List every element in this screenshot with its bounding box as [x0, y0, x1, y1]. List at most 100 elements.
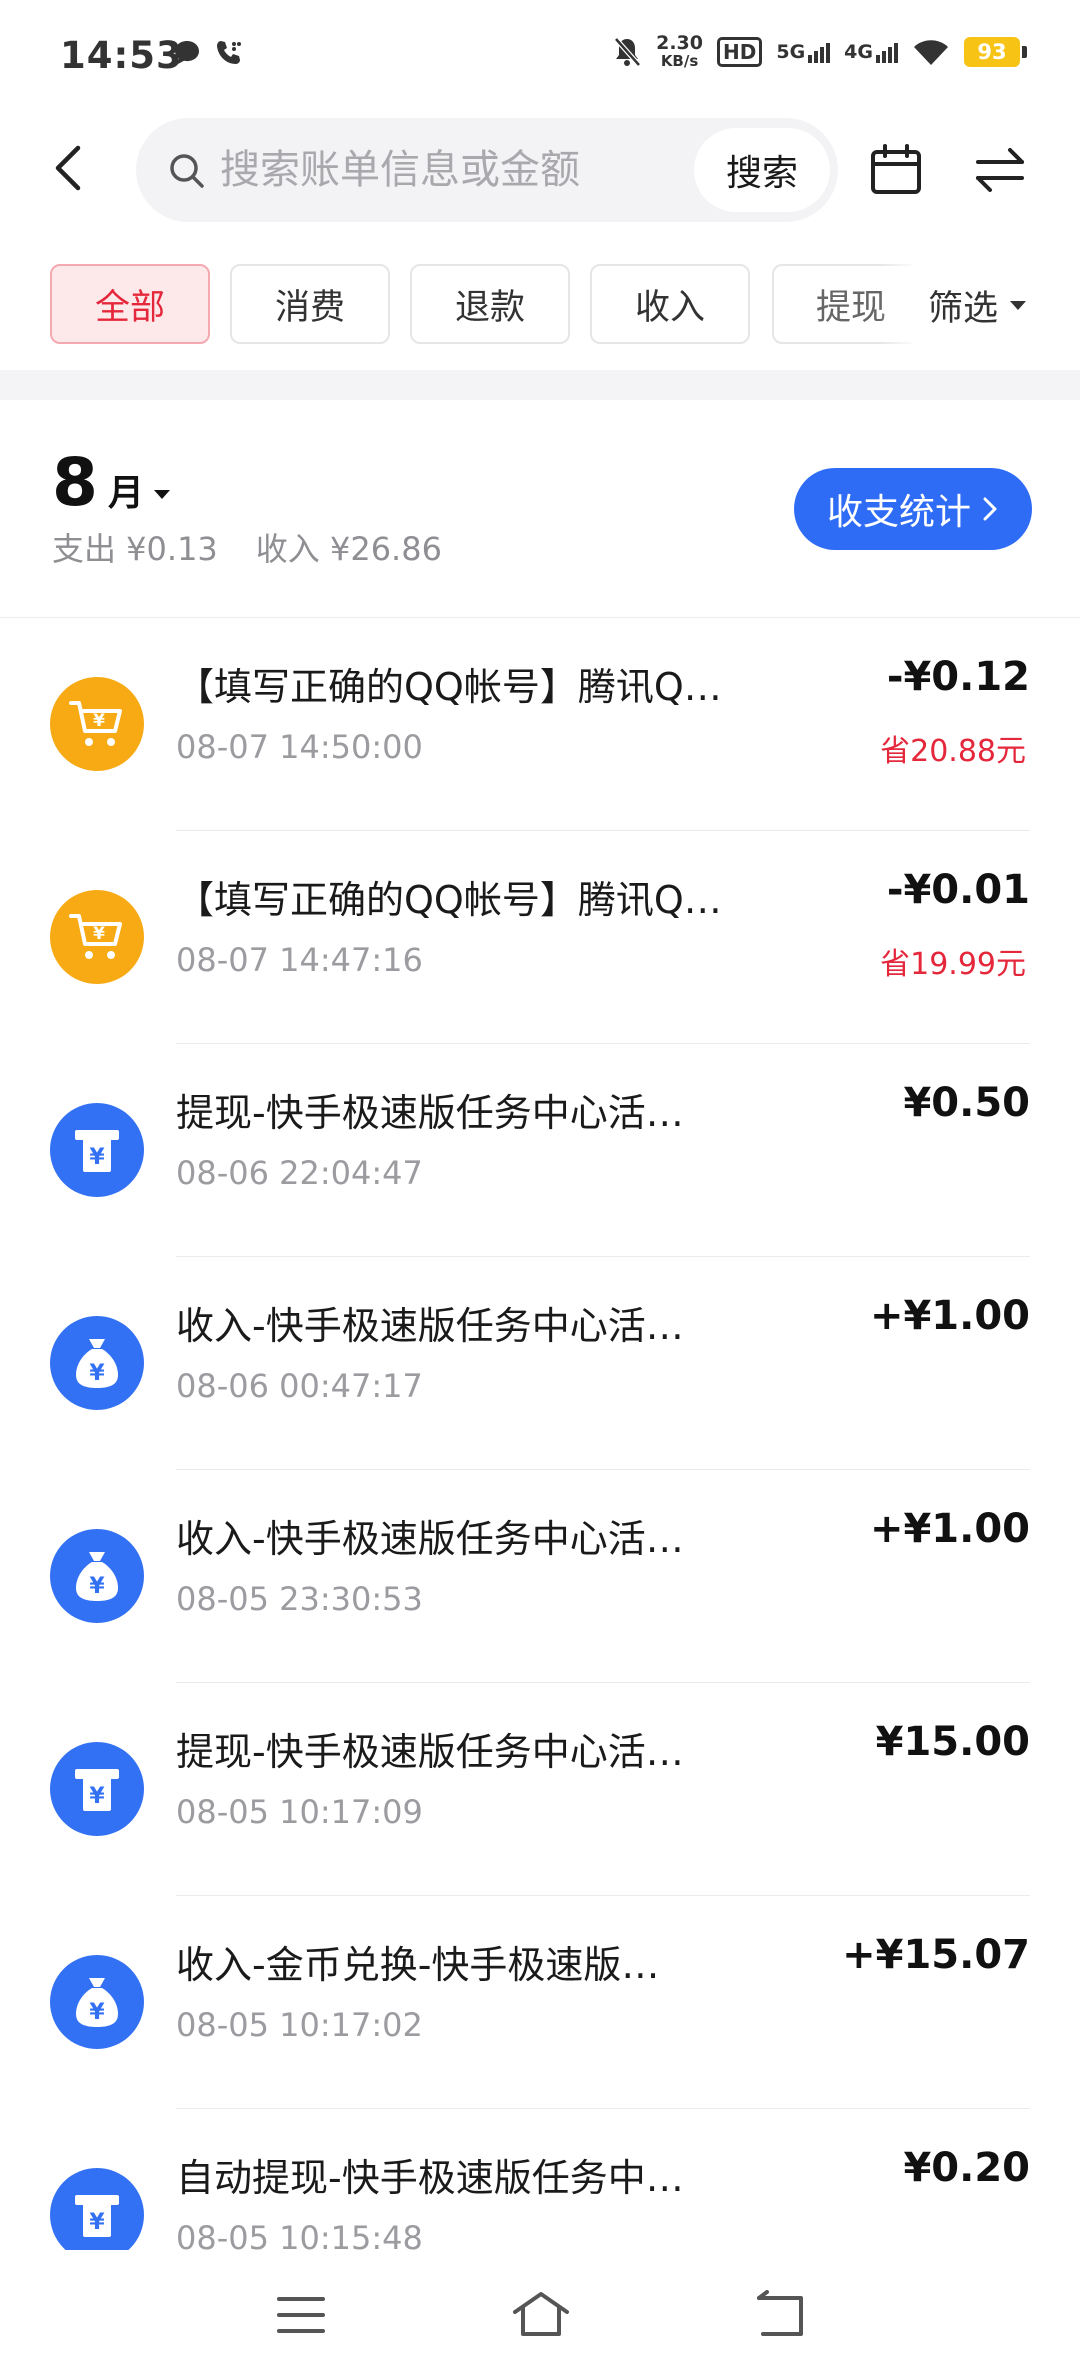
stats-button[interactable]: 收支统计 [794, 468, 1032, 550]
svg-text:¥: ¥ [93, 924, 105, 944]
transaction-saved: 省19.99元 [880, 947, 1026, 982]
stats-button-label: 收支统计 [826, 492, 971, 533]
section-divider [0, 370, 1080, 400]
transaction-amount: +¥1.00 [869, 1293, 1030, 1339]
transaction-row[interactable]: ¥ 【填写正确的QQ帐号】腾讯Q… 08-07 14:50:00 -¥0.12 … [0, 618, 1080, 831]
tab-all[interactable]: 全部 [50, 264, 210, 344]
network-speed: 2.30 KB/s [656, 32, 703, 71]
money-bag-icon: ¥ [50, 1529, 144, 1623]
bell-mute-icon [614, 37, 641, 67]
expense-total: 支出 ¥0.13 [52, 530, 218, 568]
transaction-title: 提现-快手极速版任务中心活… [176, 1730, 684, 1774]
signal-bars-icon [876, 41, 898, 63]
transaction-row[interactable]: ¥ 收入-金币兑换-快手极速版… 08-05 10:17:02 +¥15.07 [0, 1896, 1080, 2109]
month-summary-section: 8 月 支出 ¥0.13 收入 ¥26.86 收支统计 [0, 400, 1080, 618]
month-picker[interactable]: 8 月 [52, 444, 170, 521]
search-icon [170, 154, 204, 188]
return-icon [757, 2290, 803, 2336]
transaction-title: 收入-金币兑换-快手极速版… [176, 1943, 660, 1987]
hd-badge: HD [717, 37, 763, 67]
signal-5g: 5G [776, 41, 831, 63]
withdraw-icon: ¥ [50, 1103, 144, 1197]
transaction-row[interactable]: ¥ 收入-快手极速版任务中心活… 08-05 23:30:53 +¥1.00 [0, 1470, 1080, 1683]
withdraw-icon: ¥ [50, 2168, 144, 2250]
svg-text:¥: ¥ [93, 711, 105, 731]
transaction-title: 收入-快手极速版任务中心活… [176, 1304, 684, 1348]
transaction-time: 08-07 14:47:16 [176, 941, 423, 979]
system-nav-bar [0, 2250, 1080, 2376]
battery-indicator: 93 [964, 37, 1027, 67]
transaction-title: 【填写正确的QQ帐号】腾讯Q… [176, 665, 722, 709]
menu-button[interactable] [266, 2280, 336, 2350]
transaction-amount: ¥15.00 [875, 1719, 1030, 1765]
transaction-time: 08-05 10:17:09 [176, 1793, 423, 1831]
filter-button[interactable]: 筛选 [920, 264, 1080, 346]
transaction-saved: 省20.88元 [880, 734, 1026, 769]
transaction-amount: -¥0.01 [886, 867, 1030, 913]
menu-icon [277, 2297, 325, 2333]
search-input[interactable] [220, 140, 620, 200]
svg-text:¥: ¥ [89, 2210, 105, 2235]
transaction-row[interactable]: ¥ 自动提现-快手极速版任务中… 08-05 10:15:48 ¥0.20 [0, 2109, 1080, 2250]
search-box: 搜索 [136, 118, 838, 222]
switch-button[interactable] [972, 142, 1028, 198]
transaction-time: 08-05 23:30:53 [176, 1580, 423, 1618]
transaction-time: 08-06 00:47:17 [176, 1367, 423, 1405]
transaction-time: 08-05 10:17:02 [176, 2006, 423, 2044]
transaction-amount: ¥0.20 [903, 2145, 1030, 2191]
money-bag-icon: ¥ [50, 1316, 144, 1410]
svg-text:¥: ¥ [89, 1574, 105, 1599]
svg-text:¥: ¥ [89, 1784, 105, 1809]
transaction-row[interactable]: ¥ 提现-快手极速版任务中心活… 08-05 10:17:09 ¥15.00 [0, 1683, 1080, 1896]
header: 搜索 [0, 118, 1080, 222]
calendar-icon [871, 144, 921, 194]
transaction-list: ¥ 【填写正确的QQ帐号】腾讯Q… 08-07 14:50:00 -¥0.12 … [0, 618, 1080, 2250]
transaction-title: 提现-快手极速版任务中心活… [176, 1091, 684, 1135]
chevron-right-icon [983, 497, 997, 521]
month-totals: 支出 ¥0.13 收入 ¥26.86 [52, 524, 442, 570]
month-number: 8 [52, 444, 98, 521]
transaction-row[interactable]: ¥ 提现-快手极速版任务中心活… 08-06 22:04:47 ¥0.50 [0, 1044, 1080, 1257]
status-time: 14:53 [60, 34, 183, 77]
transaction-amount: +¥1.00 [869, 1506, 1030, 1552]
home-icon [513, 2292, 569, 2336]
back-nav-button[interactable] [746, 2280, 816, 2350]
money-bag-icon: ¥ [50, 1955, 144, 2049]
caret-down-icon [1010, 300, 1027, 310]
transaction-title: 【填写正确的QQ帐号】腾讯Q… [176, 878, 722, 922]
status-bar: 14:53 2.30 KB/s HD 5G 4G 93 [0, 0, 1080, 118]
svg-text:¥: ¥ [89, 1145, 105, 1170]
signal-4g: 4G [844, 41, 898, 63]
transaction-time: 08-07 14:50:00 [176, 728, 423, 766]
home-button[interactable] [506, 2280, 576, 2350]
income-total: 收入 ¥26.86 [255, 530, 442, 568]
swap-arrows-icon [976, 148, 1024, 192]
transaction-row[interactable]: ¥ 【填写正确的QQ帐号】腾讯Q… 08-07 14:47:16 -¥0.01 … [0, 831, 1080, 1044]
chevron-left-icon [55, 145, 81, 191]
withdraw-icon: ¥ [50, 1742, 144, 1836]
shopping-cart-icon: ¥ [50, 677, 144, 771]
back-button[interactable] [40, 138, 100, 198]
svg-text:¥: ¥ [89, 1361, 105, 1386]
tab-consumption[interactable]: 消费 [230, 264, 390, 344]
transaction-title: 收入-快手极速版任务中心活… [176, 1517, 684, 1561]
phone-call-icon [217, 41, 241, 64]
calendar-button[interactable] [868, 142, 924, 198]
message-icon [175, 41, 199, 64]
filter-label: 筛选 [928, 288, 999, 329]
transaction-amount: -¥0.12 [886, 654, 1030, 700]
transaction-time: 08-05 10:15:48 [176, 2219, 423, 2250]
svg-text:¥: ¥ [89, 2000, 105, 2025]
transaction-time: 08-06 22:04:47 [176, 1154, 423, 1192]
transaction-amount: +¥15.07 [842, 1932, 1030, 1978]
signal-bars-icon [808, 41, 831, 63]
caret-down-icon [153, 490, 170, 499]
transaction-amount: ¥0.50 [903, 1080, 1030, 1126]
search-button[interactable]: 搜索 [694, 128, 830, 212]
shopping-cart-icon: ¥ [50, 890, 144, 984]
month-unit: 月 [107, 473, 144, 514]
transaction-row[interactable]: ¥ 收入-快手极速版任务中心活… 08-06 00:47:17 +¥1.00 [0, 1257, 1080, 1470]
tab-refund[interactable]: 退款 [410, 264, 570, 344]
tab-income[interactable]: 收入 [590, 264, 750, 344]
wifi-icon [914, 40, 948, 65]
